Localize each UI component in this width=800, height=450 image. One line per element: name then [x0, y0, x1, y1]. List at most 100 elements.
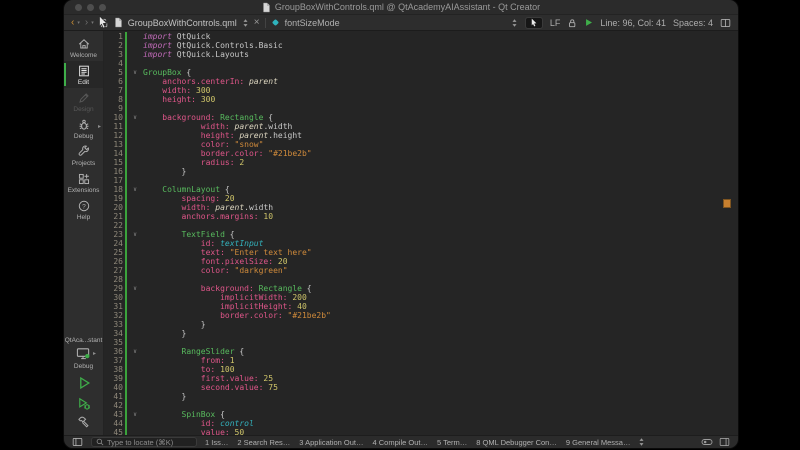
run-button[interactable] [76, 375, 92, 391]
indent-indicator[interactable]: Spaces: 4 [673, 18, 713, 28]
code-line[interactable]: 37 from: 1 [104, 356, 738, 365]
back-history-caret-icon[interactable]: ▾ [77, 20, 80, 26]
code-line[interactable]: 5∨GroupBox { [104, 68, 738, 77]
code-line[interactable]: 33 } [104, 320, 738, 329]
output-pane-button[interactable]: 2 Search Res… [237, 438, 290, 447]
design-icon [77, 91, 91, 105]
code-line[interactable]: 13 color: "snow" [104, 140, 738, 149]
code-line[interactable]: 19 spacing: 20 [104, 194, 738, 203]
code-editor[interactable]: 1import QtQuick2import QtQuick.Controls.… [104, 31, 738, 435]
fold-chevron-icon[interactable]: ∨ [127, 230, 143, 239]
code-line[interactable]: 2import QtQuick.Controls.Basic [104, 41, 738, 50]
code-line[interactable]: 31 implicitHeight: 40 [104, 302, 738, 311]
line-number: 11 [104, 122, 123, 131]
code-line[interactable]: 1import QtQuick [104, 32, 738, 41]
sidebar-item-extensions[interactable]: Extensions [64, 169, 103, 196]
fold-chevron-icon[interactable]: ∨ [127, 347, 143, 356]
cursor-position-indicator[interactable]: Line: 96, Col: 41 [600, 18, 666, 28]
code-line[interactable]: 41 } [104, 392, 738, 401]
code-line[interactable]: 4 [104, 59, 738, 68]
code-line[interactable]: 32 border.color: "#21be2b" [104, 311, 738, 320]
code-line[interactable]: 8 height: 300 [104, 95, 738, 104]
code-line[interactable]: 12 height: parent.height [104, 131, 738, 140]
output-pane-button[interactable]: 9 General Messa… [566, 438, 631, 447]
code-line[interactable]: 23∨ TextField { [104, 230, 738, 239]
code-line[interactable]: 35 [104, 338, 738, 347]
code-line[interactable]: 30 implicitWidth: 200 [104, 293, 738, 302]
code-line[interactable]: 15 radius: 2 [104, 158, 738, 167]
fold-chevron-icon[interactable]: ∨ [127, 410, 143, 419]
sidebar-item-help[interactable]: ?Help [64, 196, 103, 223]
forward-icon[interactable]: › [85, 18, 88, 28]
code-line[interactable]: 24 id: textInput [104, 239, 738, 248]
output-pane-button[interactable]: 8 QML Debugger Con… [476, 438, 557, 447]
code-line[interactable]: 14 border.color: "#21be2b" [104, 149, 738, 158]
forward-history-caret-icon[interactable]: ▾ [91, 20, 94, 26]
toggle-left-sidebar-icon[interactable] [72, 437, 83, 447]
code-line[interactable]: 36∨ RangeSlider { [104, 347, 738, 356]
code-line[interactable]: 42 [104, 401, 738, 410]
code-line[interactable]: 16 } [104, 167, 738, 176]
run-document-icon[interactable] [584, 18, 593, 27]
fold-chevron-icon[interactable]: ∨ [127, 113, 143, 122]
code-line[interactable]: 7 width: 300 [104, 86, 738, 95]
line-ending-indicator[interactable]: LF [550, 18, 561, 28]
code-line[interactable]: 43∨ SpinBox { [104, 410, 738, 419]
code-line[interactable]: 17 [104, 176, 738, 185]
code-line[interactable]: 3import QtQuick.Layouts [104, 50, 738, 59]
sidebar-item-projects[interactable]: Projects [64, 142, 103, 169]
line-number: 25 [104, 248, 123, 257]
code-line[interactable]: 40 second.value: 75 [104, 383, 738, 392]
pane-stepper-icon[interactable] [638, 437, 645, 447]
back-icon[interactable]: ‹ [71, 18, 74, 28]
code-line[interactable]: 38 to: 100 [104, 365, 738, 374]
flyout-arrow-icon: ▸ [98, 123, 101, 130]
code-line[interactable]: 44 id: control [104, 419, 738, 428]
debug-run-button[interactable] [76, 396, 92, 411]
output-pane-button[interactable]: 4 Compile Out… [373, 438, 428, 447]
output-pane-button[interactable]: 1 Iss… [205, 438, 228, 447]
code-line[interactable]: 26 font.pixelSize: 20 [104, 257, 738, 266]
build-button[interactable] [76, 415, 91, 430]
sidebar-item-edit[interactable]: Edit [64, 61, 103, 88]
code-line[interactable]: 6 anchors.centerIn: parent [104, 77, 738, 86]
progress-toggle-icon[interactable] [701, 437, 713, 447]
symbol-stepper-icon[interactable] [511, 18, 518, 28]
sidebar-item-welcome[interactable]: Welcome [64, 34, 103, 61]
symbol-dropdown[interactable]: fontSizeMode [285, 18, 340, 28]
close-document-icon[interactable]: × [254, 17, 260, 28]
code-line[interactable]: 34 } [104, 329, 738, 338]
fold-chevron-icon[interactable]: ∨ [127, 68, 143, 77]
code-line[interactable]: 39 first.value: 25 [104, 374, 738, 383]
scrollbar-annotation-marker[interactable] [723, 199, 731, 208]
fold-chevron-icon[interactable]: ∨ [127, 284, 143, 293]
code-line[interactable]: 20 width: parent.width [104, 203, 738, 212]
output-pane-button[interactable]: 5 Term… [437, 438, 467, 447]
minimize-window-button[interactable] [87, 4, 94, 11]
code-line[interactable]: 21 anchors.margins: 10 [104, 212, 738, 221]
code-line[interactable]: 11 width: parent.width [104, 122, 738, 131]
zoom-window-button[interactable] [99, 4, 106, 11]
vcs-change-bar [125, 374, 127, 383]
ai-cursor-button[interactable] [525, 17, 543, 29]
sidebar-item-debug[interactable]: Debug▸ [64, 115, 103, 142]
code-line[interactable]: 27 color: "darkgreen" [104, 266, 738, 275]
close-window-button[interactable] [75, 4, 82, 11]
code-line[interactable]: 45 value: 50 [104, 428, 738, 435]
locator-input[interactable]: Type to locate (⌘K) [91, 437, 197, 447]
fold-chevron-icon[interactable]: ∨ [127, 185, 143, 194]
open-document-tab[interactable]: GroupBoxWithControls.qml [128, 18, 237, 28]
code-line[interactable]: 29∨ background: Rectangle { [104, 284, 738, 293]
toggle-right-sidebar-icon[interactable] [719, 437, 730, 447]
code-line[interactable]: 28 [104, 275, 738, 284]
output-pane-button[interactable]: 3 Application Out… [299, 438, 363, 447]
code-line[interactable]: 18∨ ColumnLayout { [104, 185, 738, 194]
code-line[interactable]: 10∨ background: Rectangle { [104, 113, 738, 122]
document-dropdown-icon[interactable] [242, 18, 249, 28]
kit-selector-button[interactable]: ▸ [75, 346, 92, 361]
split-editor-icon[interactable] [720, 18, 731, 28]
code-line[interactable]: 22 [104, 221, 738, 230]
code-line[interactable]: 25 text: "Enter text here" [104, 248, 738, 257]
file-lock-icon[interactable] [567, 18, 577, 28]
code-line[interactable]: 9 [104, 104, 738, 113]
